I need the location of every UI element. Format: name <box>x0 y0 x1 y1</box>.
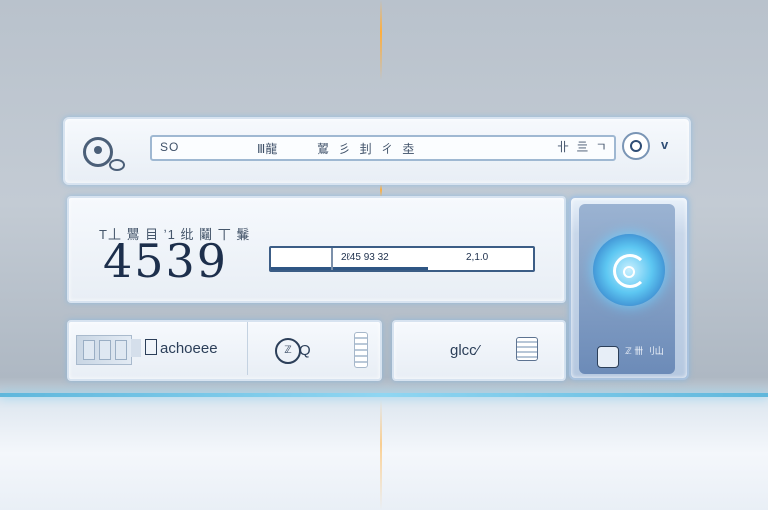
toggle-block <box>131 339 141 357</box>
list-icon[interactable] <box>516 337 538 361</box>
place-label: glcc⁄ <box>450 342 480 359</box>
q-text: Q <box>299 342 311 359</box>
search-bar: SO Ⅲ龍 鶦 彡 刲 ㄔ 坴 卝 亖 ㄱ v <box>63 117 691 185</box>
range-label-left: 2ℓ45 93 32 <box>341 252 389 263</box>
big-number: 4539 <box>103 234 229 288</box>
q-logo-icon[interactable]: ℤ <box>275 338 301 364</box>
range-label-right: 2,1.0 <box>466 252 489 263</box>
search-logo-icon[interactable] <box>83 137 125 171</box>
light-beam-top <box>380 0 382 80</box>
panel-divider <box>247 322 248 375</box>
badge-text: ℤ 卌 刂山 <box>625 346 664 356</box>
place-panel[interactable]: glcc⁄ <box>392 320 566 381</box>
chevron-down-icon[interactable]: v <box>661 137 668 152</box>
range-divider <box>331 248 333 270</box>
range-fill <box>271 267 429 270</box>
search-chars-right: 卝 亖 ㄱ <box>557 140 609 154</box>
search-chars-a: Ⅲ龍 <box>257 142 278 156</box>
list-icon[interactable] <box>354 332 368 368</box>
badge-icon[interactable] <box>597 346 619 368</box>
search-input[interactable]: SO Ⅲ龍 鶦 彡 刲 ㄔ 坴 <box>150 135 616 161</box>
choose-label: achoeee <box>160 340 218 357</box>
document-icon <box>145 339 157 355</box>
search-chars-b: 鶦 彡 刲 ㄔ 坴 <box>317 142 418 156</box>
right-control-panel: ℤ 卌 刂山 <box>569 196 689 380</box>
floor <box>0 397 768 510</box>
main-data-panel: T丄 鸎 目 ʼ1 纰 鬮 丅 鬑 4539 2ℓ45 93 32 2,1.0 <box>67 196 566 303</box>
range-bar[interactable]: 2ℓ45 93 32 2,1.0 <box>269 246 535 272</box>
search-value: SO <box>160 140 180 154</box>
light-beam-low <box>380 400 382 510</box>
choose-button[interactable]: achoeee <box>145 339 218 357</box>
refresh-glow-icon[interactable] <box>593 234 665 306</box>
right-inner-panel: ℤ 卌 刂山 <box>579 204 675 374</box>
mic-icon[interactable] <box>622 132 650 160</box>
toggle-icon[interactable] <box>76 335 132 365</box>
glow-line <box>0 393 768 397</box>
choose-panel: achoeee ℤ Q <box>67 320 382 381</box>
